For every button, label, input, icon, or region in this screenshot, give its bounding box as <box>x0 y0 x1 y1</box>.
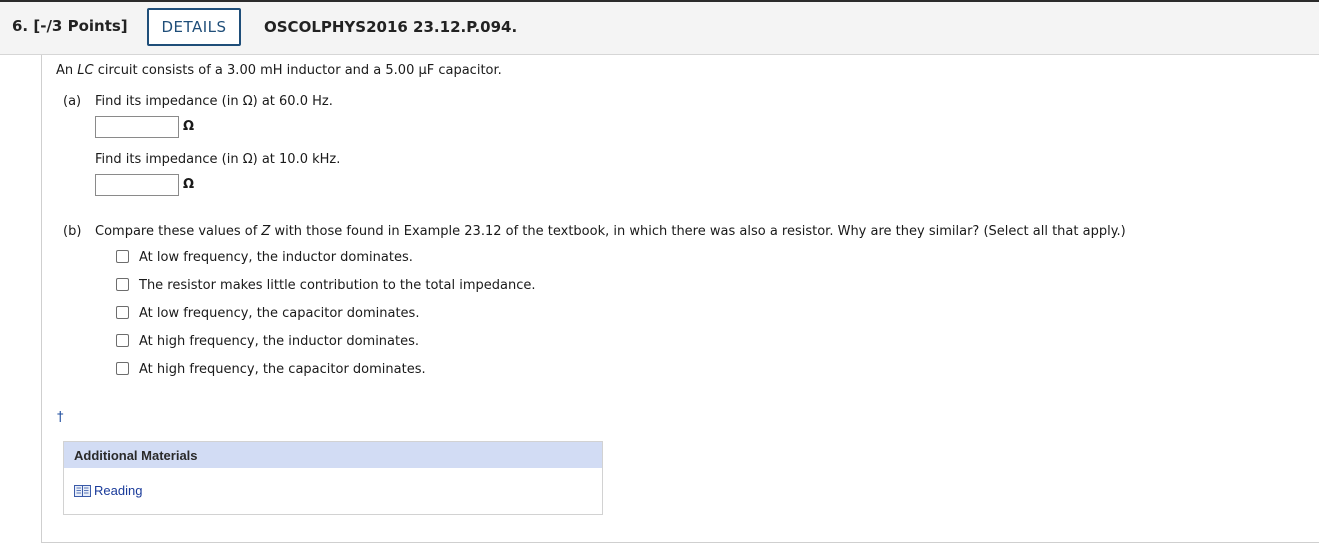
additional-materials-panel: Additional Materials Reading <box>63 441 603 515</box>
reading-link[interactable]: Reading <box>74 483 142 498</box>
dagger-marker: † <box>57 410 64 425</box>
part-a-prompt-2: Find its impedance (in Ω) at 10.0 kHz. <box>95 152 341 167</box>
intro-text-italic: LC <box>77 63 94 78</box>
option-checkbox-1[interactable] <box>116 250 129 263</box>
question-header: 6. [-/3 Points] DETAILS OSCOLPHYS2016 23… <box>0 0 1319 55</box>
option-checkbox-4[interactable] <box>116 334 129 347</box>
option-label-4: At high frequency, the inductor dominate… <box>139 334 420 349</box>
unit-ohm-1: Ω <box>183 119 195 134</box>
additional-materials-title: Additional Materials <box>74 448 198 463</box>
option-checkbox-5[interactable] <box>116 362 129 375</box>
unit-ohm-2: Ω <box>183 177 195 192</box>
answer-input-10khz[interactable] <box>95 174 179 196</box>
option-label-2: The resistor makes little contribution t… <box>139 278 536 293</box>
option-checkbox-3[interactable] <box>116 306 129 319</box>
intro-text-prefix: An <box>56 63 78 78</box>
part-a-prompt-1: Find its impedance (in Ω) at 60.0 Hz. <box>95 94 333 109</box>
part-b-prompt-italic: Z <box>261 224 271 239</box>
part-b-prompt: Compare these values of Z with those fou… <box>95 224 1126 239</box>
intro-text-suffix: circuit consists of a 3.00 mH inductor a… <box>93 63 502 78</box>
option-label-5: At high frequency, the capacitor dominat… <box>139 362 426 377</box>
part-b-prompt-prefix: Compare these values of <box>95 224 262 239</box>
reading-link-label[interactable]: Reading <box>94 483 142 498</box>
answer-input-60hz[interactable] <box>95 116 179 138</box>
part-b-prompt-suffix: with those found in Example 23.12 of the… <box>270 224 1126 239</box>
part-a-label: (a) <box>63 94 82 109</box>
option-checkbox-2[interactable] <box>116 278 129 291</box>
part-b-label: (b) <box>63 224 82 239</box>
option-label-1: At low frequency, the inductor dominates… <box>139 250 413 265</box>
option-label-3: At low frequency, the capacitor dominate… <box>139 306 420 321</box>
question-number: 6. [-/3 Points] <box>12 17 128 35</box>
book-icon <box>74 485 91 497</box>
details-button[interactable]: DETAILS <box>147 8 241 46</box>
problem-id: OSCOLPHYS2016 23.12.P.094. <box>264 18 518 36</box>
additional-materials-header: Additional Materials <box>64 442 602 468</box>
question-intro: An LC circuit consists of a 3.00 mH indu… <box>56 63 502 78</box>
